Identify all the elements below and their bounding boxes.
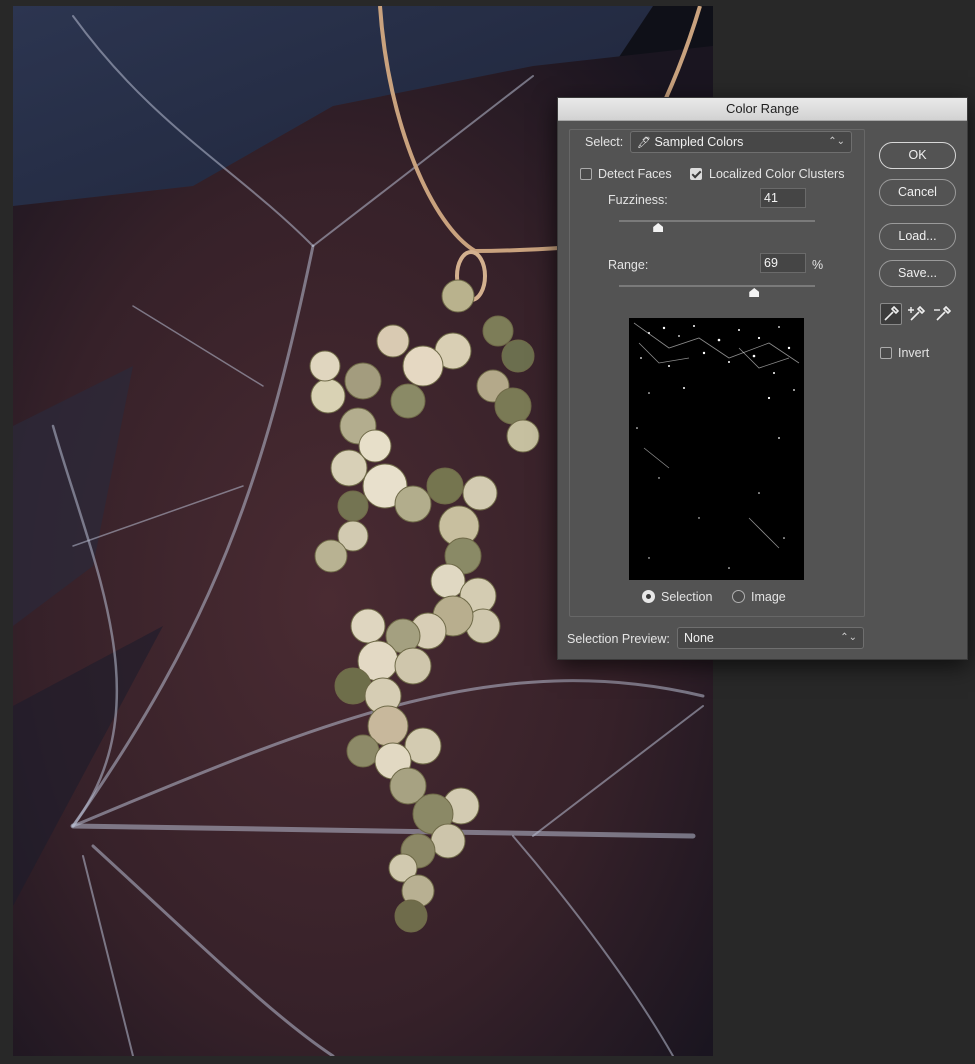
ok-button[interactable]: OK bbox=[879, 142, 956, 169]
select-value: Sampled Colors bbox=[654, 135, 744, 149]
range-label: Range: bbox=[608, 258, 649, 272]
cancel-button[interactable]: Cancel bbox=[879, 179, 956, 206]
image-radio-label: Image bbox=[751, 590, 786, 604]
image-radio[interactable] bbox=[732, 590, 745, 603]
selection-radio-label: Selection bbox=[661, 590, 713, 604]
options-panel: Select: 🖊︎ Sampled Colors ⌃⌄ Detect Face… bbox=[569, 129, 865, 617]
range-slider-track[interactable] bbox=[619, 285, 815, 287]
chevron-down-icon: ⌃⌄ bbox=[840, 632, 857, 643]
localized-clusters-checkbox[interactable] bbox=[690, 168, 702, 180]
load-button[interactable]: Load... bbox=[879, 223, 956, 250]
chevron-down-icon: ⌃⌄ bbox=[828, 136, 845, 147]
color-range-dialog: Color Range Select: 🖊︎ Sampled Colors ⌃⌄… bbox=[557, 97, 968, 660]
range-unit: % bbox=[812, 258, 824, 272]
sampled-eyedropper-icon: 🖊︎ bbox=[637, 137, 651, 149]
invert-label: Invert bbox=[898, 346, 930, 360]
select-label: Select: bbox=[585, 135, 624, 149]
eyedropper-plus-icon[interactable] bbox=[907, 303, 929, 325]
save-button[interactable]: Save... bbox=[879, 260, 956, 287]
detect-faces-label: Detect Faces bbox=[598, 167, 672, 181]
detect-faces-checkbox[interactable] bbox=[580, 168, 592, 180]
dialog-title: Color Range bbox=[558, 98, 967, 121]
eyedropper-minus-icon[interactable] bbox=[933, 303, 955, 325]
selection-preview-value: None bbox=[684, 631, 714, 645]
invert-checkbox[interactable] bbox=[880, 347, 892, 359]
selection-radio[interactable] bbox=[642, 590, 655, 603]
selection-preview-label: Selection Preview: bbox=[567, 632, 670, 646]
localized-clusters-label: Localized Color Clusters bbox=[709, 167, 845, 181]
fuzziness-input[interactable]: 41 bbox=[760, 188, 806, 208]
range-input[interactable]: 69 bbox=[760, 253, 806, 273]
eyedropper-icon[interactable] bbox=[880, 303, 902, 325]
fuzziness-slider-track[interactable] bbox=[619, 220, 815, 222]
selection-preview-thumbnail bbox=[629, 318, 804, 580]
select-dropdown[interactable]: 🖊︎ Sampled Colors ⌃⌄ bbox=[630, 131, 852, 153]
fuzziness-label: Fuzziness: bbox=[608, 193, 668, 207]
selection-preview-dropdown[interactable]: None ⌃⌄ bbox=[677, 627, 864, 649]
